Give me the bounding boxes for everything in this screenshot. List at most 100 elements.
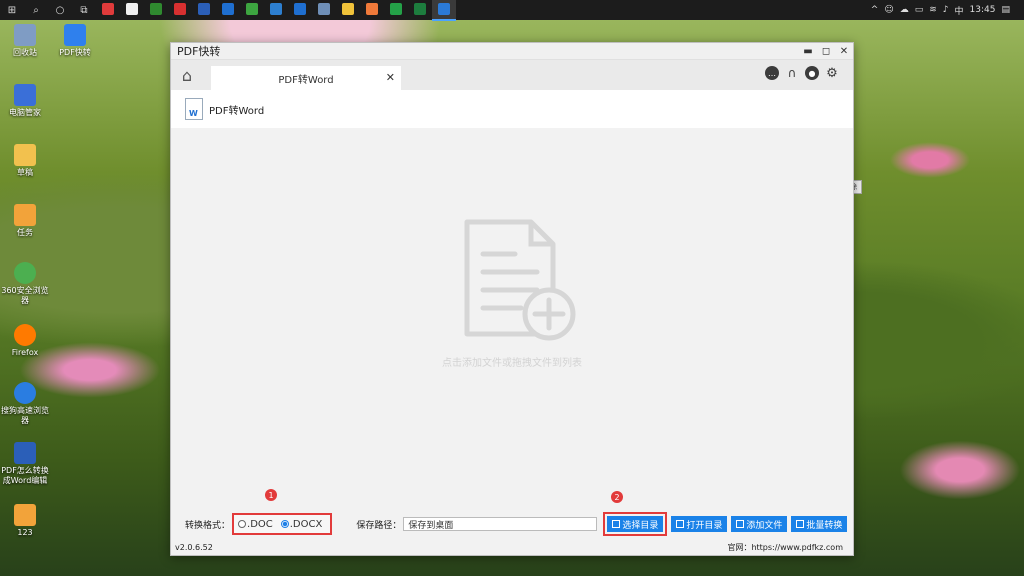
- tab-pdf-to-word[interactable]: PDF转Word ✕: [211, 66, 401, 90]
- annotation-badge-2: 2: [611, 491, 623, 503]
- app-icon: [294, 3, 306, 15]
- taskbar-app-10[interactable]: [336, 0, 360, 19]
- taskbar-app-2[interactable]: [144, 0, 168, 19]
- folder-icon: [676, 520, 685, 528]
- tray-chevron-icon[interactable]: ^: [871, 5, 879, 15]
- convert-icon: [796, 520, 805, 528]
- maximize-button[interactable]: ◻: [817, 46, 835, 57]
- people-icon[interactable]: ☺: [884, 5, 893, 15]
- folder-icon: [14, 204, 36, 226]
- battery-icon[interactable]: ▭: [915, 5, 924, 15]
- add-file-button[interactable]: 添加文件: [731, 516, 788, 532]
- word-document-icon: [14, 442, 36, 464]
- radio-docx-dot[interactable]: [280, 520, 289, 528]
- taskbar-app-7[interactable]: [264, 0, 288, 19]
- taskbar-app-5[interactable]: [216, 0, 240, 19]
- taskbar-app-13[interactable]: [408, 0, 432, 19]
- minimize-button[interactable]: ▬: [799, 46, 817, 57]
- desktop-icon-pdfkz[interactable]: PDF快转: [50, 24, 100, 58]
- taskbar-app-6[interactable]: [240, 0, 264, 19]
- taskbar-app-8[interactable]: [288, 0, 312, 19]
- radio-docx[interactable]: .DOCX: [280, 519, 322, 530]
- app-icon: [342, 3, 354, 15]
- tab-bar: ⌂ PDF转Word ✕ … ∩ ● ⚙: [171, 59, 853, 90]
- cortana-icon[interactable]: ○: [48, 0, 72, 20]
- notification-icon[interactable]: ▤: [1001, 5, 1010, 15]
- user-icon[interactable]: ●: [805, 66, 819, 80]
- desktop-icon-360-browser[interactable]: 360安全浏览器: [0, 262, 50, 306]
- desktop-icon-123[interactable]: 123: [0, 504, 50, 538]
- taskbar: ⊞ ⌕ ○ ⧉ ^ ☺ ☁ ▭ ≋ ♪ 中 13:45 ▤: [0, 0, 1024, 21]
- app-icon: [246, 3, 258, 15]
- pdf-converter-icon: [64, 24, 86, 46]
- tab-close-icon[interactable]: ✕: [386, 71, 395, 84]
- app-icon: [222, 3, 234, 15]
- file-drop-area[interactable]: 点击添加文件或拖拽文件到列表: [171, 128, 853, 497]
- pc-manager-icon: [14, 84, 36, 106]
- taskbar-app-12[interactable]: [384, 0, 408, 19]
- desktop-icon-draft[interactable]: 草稿: [0, 144, 50, 178]
- volume-icon[interactable]: ♪: [943, 5, 949, 15]
- firefox-icon: [14, 324, 36, 346]
- select-directory-button[interactable]: 选择目录: [607, 516, 664, 532]
- chat-icon[interactable]: …: [765, 66, 779, 80]
- taskbar-app-11[interactable]: [360, 0, 384, 19]
- task-view-icon[interactable]: ⧉: [72, 0, 96, 20]
- desktop-icon-pc-manager[interactable]: 电脑管家: [0, 84, 50, 118]
- batch-convert-button[interactable]: 批量转换: [791, 516, 848, 532]
- cloud-icon[interactable]: ☁: [900, 5, 909, 15]
- save-icon: [612, 520, 621, 528]
- home-icon[interactable]: ⌂: [171, 60, 203, 90]
- add-file-icon: [464, 219, 576, 341]
- title-bar: PDF快转 ▬ ◻ ✕: [171, 43, 853, 59]
- desktop-icon-recycle-bin[interactable]: 回收站: [0, 24, 50, 58]
- taskbar-app-1[interactable]: [120, 0, 144, 19]
- headset-icon[interactable]: ∩: [785, 66, 799, 80]
- save-path-label: 保存路径：: [356, 520, 402, 531]
- radio-doc-dot[interactable]: [238, 520, 247, 528]
- app-icon: [126, 3, 138, 15]
- system-tray: ^ ☺ ☁ ▭ ≋ ♪ 中 13:45 ▤: [871, 4, 1024, 17]
- window-title: PDF快转: [177, 45, 221, 58]
- app-icon: [414, 3, 426, 15]
- app-icon: [318, 3, 330, 15]
- recycle-bin-icon: [14, 24, 36, 46]
- app-icon: [174, 3, 186, 15]
- desktop-icon-task[interactable]: 任务: [0, 204, 50, 238]
- desktop-icon-word-doc[interactable]: PDF怎么转换成Word编辑: [0, 442, 50, 486]
- app-icon: [438, 3, 450, 15]
- ime-indicator[interactable]: 中: [955, 4, 964, 17]
- folder-icon: [14, 504, 36, 526]
- clock[interactable]: 13:45: [970, 5, 996, 15]
- desktop-icon-firefox[interactable]: Firefox: [0, 324, 50, 358]
- taskbar-app-4[interactable]: [192, 0, 216, 19]
- save-path-input[interactable]: [403, 517, 598, 531]
- action-buttons: 选择目录 打开目录 添加文件 批量转换: [603, 512, 848, 536]
- search-icon[interactable]: ⌕: [24, 0, 48, 20]
- settings-icon[interactable]: ⚙: [825, 66, 839, 81]
- function-title: PDF转Word: [209, 105, 265, 117]
- app-window: PDF快转 ▬ ◻ ✕ ⌂ PDF转Word ✕ … ∩ ● ⚙ PDF转Wor…: [170, 42, 854, 556]
- highlight-box: 选择目录: [603, 512, 668, 536]
- open-directory-button[interactable]: 打开目录: [671, 516, 728, 532]
- radio-doc[interactable]: .DOC: [238, 519, 273, 530]
- version-label: v2.0.6.52: [175, 542, 213, 552]
- close-button[interactable]: ✕: [835, 46, 853, 57]
- sogou-browser-icon: [14, 382, 36, 404]
- status-bar: v2.0.6.52 官网：https://www.pdfkz.com: [171, 540, 853, 554]
- taskbar-app-0[interactable]: [96, 0, 120, 19]
- drop-hint-text: 点击添加文件或拖拽文件到列表: [442, 358, 582, 369]
- word-file-icon: [185, 98, 203, 120]
- taskbar-app-9[interactable]: [312, 0, 336, 19]
- taskbar-app-14[interactable]: [432, 0, 456, 21]
- taskbar-app-3[interactable]: [168, 0, 192, 19]
- app-icon: [150, 3, 162, 15]
- app-icon: [270, 3, 282, 15]
- annotation-badge-1: 1: [265, 489, 277, 501]
- website-link[interactable]: 官网：https://www.pdfkz.com: [727, 542, 849, 553]
- network-icon[interactable]: ≋: [929, 5, 937, 15]
- windows-start-icon[interactable]: ⊞: [0, 0, 24, 20]
- desktop-icon-sogou-browser[interactable]: 搜狗高速浏览器: [0, 382, 50, 426]
- app-icon: [198, 3, 210, 15]
- function-header: PDF转Word: [171, 90, 853, 128]
